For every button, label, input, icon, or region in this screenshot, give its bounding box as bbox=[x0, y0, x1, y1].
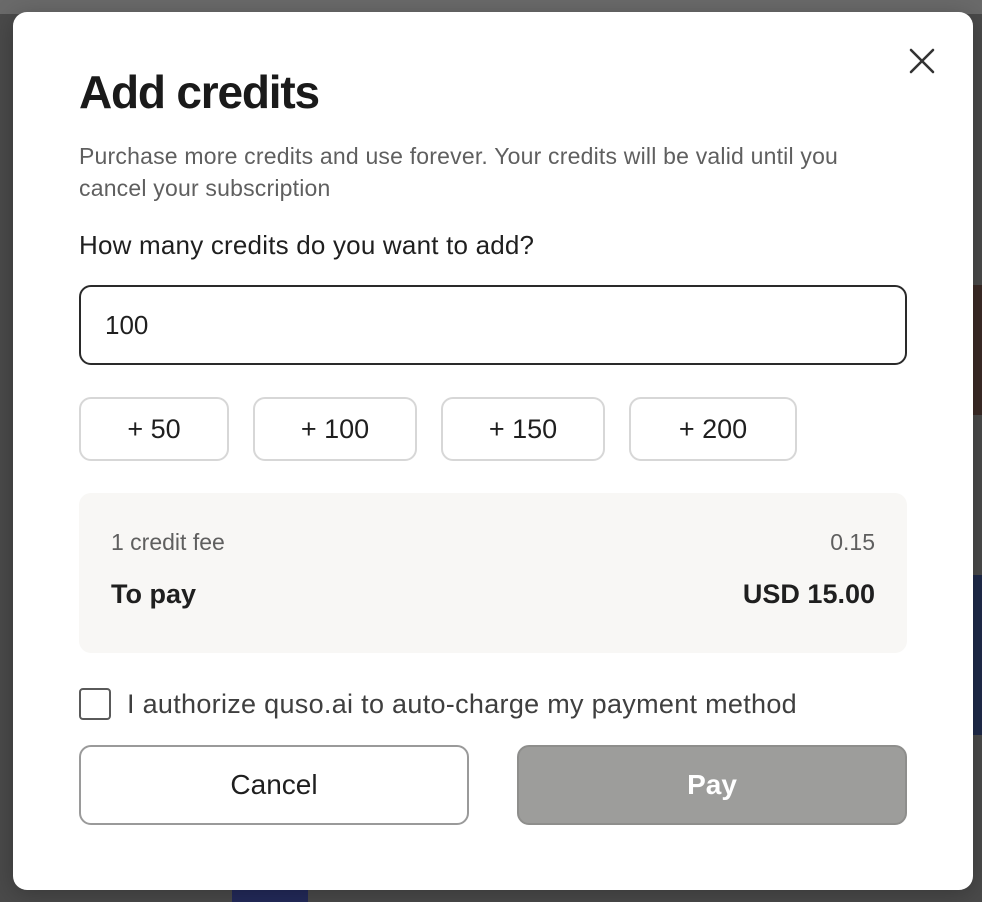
add-150-button[interactable]: + 150 bbox=[441, 397, 605, 461]
auto-charge-label[interactable]: I authorize quso.ai to auto-charge my pa… bbox=[127, 689, 797, 720]
credits-question-label: How many credits do you want to add? bbox=[79, 230, 535, 260]
pay-button[interactable]: Pay bbox=[517, 745, 907, 825]
auto-charge-authorization[interactable]: I authorize quso.ai to auto-charge my pa… bbox=[79, 688, 797, 720]
background-card bbox=[232, 890, 308, 902]
credit-fee-value: 0.15 bbox=[830, 529, 875, 555]
dialog-title: Add credits bbox=[79, 66, 320, 118]
dialog-description: Purchase more credits and use forever. Y… bbox=[79, 143, 839, 201]
auto-charge-checkbox[interactable] bbox=[79, 688, 111, 720]
credit-fee-label: 1 credit fee bbox=[111, 529, 225, 555]
add-200-button[interactable]: + 200 bbox=[629, 397, 797, 461]
to-pay-label: To pay bbox=[111, 579, 197, 609]
close-icon bbox=[909, 48, 935, 74]
payment-summary: 1 credit fee 0.15 To pay USD 15.00 bbox=[79, 493, 907, 653]
to-pay-amount: USD 15.00 bbox=[742, 579, 875, 609]
close-button[interactable] bbox=[906, 45, 938, 77]
cancel-button[interactable]: Cancel bbox=[79, 745, 469, 825]
add-credits-dialog: Add credits Purchase more credits and us… bbox=[13, 12, 973, 890]
add-50-button[interactable]: + 50 bbox=[79, 397, 229, 461]
credits-amount-input[interactable] bbox=[79, 285, 907, 365]
add-100-button[interactable]: + 100 bbox=[253, 397, 417, 461]
